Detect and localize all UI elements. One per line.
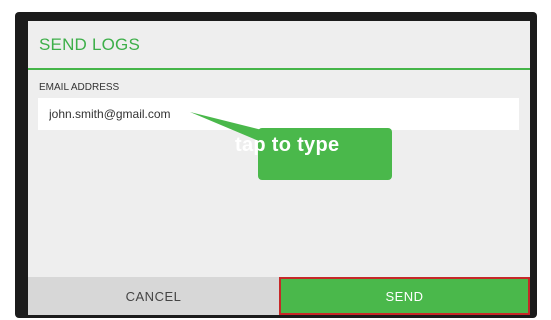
- title-divider: [28, 68, 530, 70]
- callout-text: tap to type: [235, 134, 340, 156]
- button-bar: CANCEL SEND: [28, 277, 530, 315]
- email-label: EMAIL ADDRESS: [39, 82, 120, 93]
- send-button[interactable]: SEND: [279, 277, 530, 315]
- cancel-button[interactable]: CANCEL: [28, 277, 279, 315]
- dialog-title: SEND LOGS: [39, 35, 140, 54]
